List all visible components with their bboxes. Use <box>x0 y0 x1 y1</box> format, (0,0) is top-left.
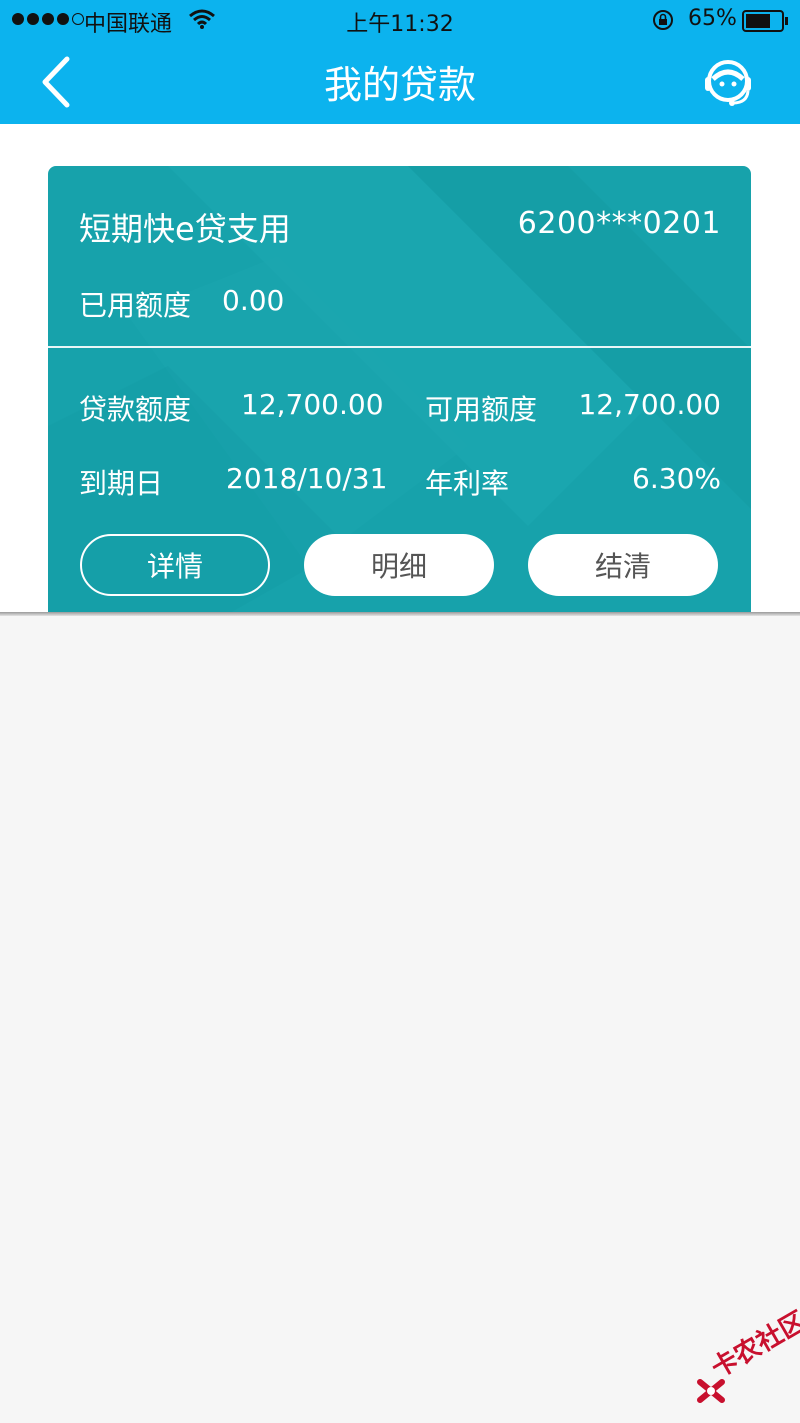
loan-product-name: 短期快e贷支用 <box>79 210 291 248</box>
card-divider <box>48 346 751 348</box>
used-limit-label: 已用额度 <box>79 289 192 322</box>
nav-bar: 我的贷款 <box>0 40 800 124</box>
available-limit-value: 12,700.00 <box>578 388 721 421</box>
loan-card: 短期快e贷支用 6200***0201 已用额度 0.00 贷款额度 12,70… <box>48 166 751 614</box>
annual-rate-value: 6.30% <box>632 462 721 495</box>
rotation-lock-icon <box>653 10 673 30</box>
battery-icon <box>742 10 788 32</box>
annual-rate-label: 年利率 <box>425 467 510 500</box>
loan-limit-label: 贷款额度 <box>79 393 192 426</box>
page-title: 我的贷款 <box>323 63 476 107</box>
loan-page: 中国联通 上午11:32 65% 我的贷款 短期快e贷支用 6200***020… <box>0 0 800 1423</box>
available-limit-label: 可用额度 <box>425 393 538 426</box>
used-limit-value: 0.00 <box>222 284 285 317</box>
status-time: 上午11:32 <box>346 12 454 37</box>
customer-service-button[interactable] <box>698 52 758 112</box>
battery-percent: 65% <box>688 6 737 31</box>
due-date-value: 2018/10/31 <box>226 462 388 495</box>
header: 中国联通 上午11:32 65% 我的贷款 <box>0 0 800 124</box>
loan-limit-value: 12,700.00 <box>241 388 384 421</box>
settle-button[interactable]: 结清 <box>528 534 718 596</box>
content-separator <box>0 612 800 616</box>
status-bar: 中国联通 上午11:32 65% <box>0 0 800 40</box>
details-button[interactable]: 详情 <box>80 534 270 596</box>
due-date-label: 到期日 <box>79 467 164 500</box>
account-number: 6200***0201 <box>517 206 721 241</box>
headset-icon <box>705 60 751 106</box>
statement-button[interactable]: 明细 <box>304 534 494 596</box>
watermark-text: 卡农社区 <box>706 1306 800 1385</box>
